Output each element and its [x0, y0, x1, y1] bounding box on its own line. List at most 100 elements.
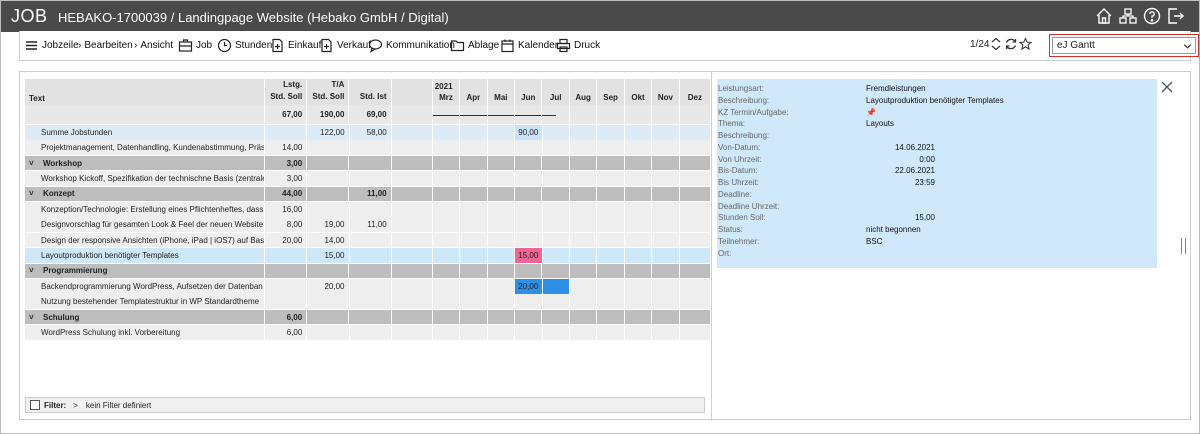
row-ta	[307, 186, 350, 202]
timeline-cell	[624, 217, 653, 233]
table-row[interactable]: WordPress Schulung inkl. Vorbereitung 6,0…	[25, 325, 711, 340]
timeline-cell	[652, 263, 680, 279]
timeline-cell	[515, 186, 543, 202]
row-ist: 11,00	[349, 217, 392, 233]
detail-value: Fremdleistungen	[866, 84, 926, 93]
timeline-cell	[652, 309, 680, 325]
header-line: Lstg.	[283, 80, 303, 89]
timeline-cell	[542, 309, 570, 325]
timeline-cell	[460, 155, 488, 171]
header-line	[384, 79, 386, 91]
up-down-icon[interactable]	[990, 37, 1002, 51]
row-lstg: 6,00	[265, 325, 308, 340]
document-icon	[272, 38, 283, 53]
gantt-bar[interactable]: 90,00	[515, 125, 543, 140]
bearbeiten-button[interactable]: › Bearbeiten	[78, 31, 133, 60]
collapse-toggle[interactable]: ˅	[29, 159, 43, 168]
table-row[interactable]: Design der responsive Ansichten (iPhone,…	[25, 232, 711, 248]
row-gap	[391, 155, 433, 171]
row-ta	[307, 140, 350, 156]
row-label: Summe Jobstunden	[41, 127, 113, 137]
timeline-cell	[432, 155, 461, 171]
collapse-toggle[interactable]: ˅	[29, 266, 43, 275]
home-icon[interactable]	[1095, 7, 1113, 25]
filter-checkbox[interactable]	[30, 400, 40, 410]
close-icon[interactable]	[1160, 80, 1174, 94]
table-row[interactable]: Konzeption/Technologie: Erstellung eines…	[25, 202, 711, 217]
table-row[interactable]: Summe Jobstunden 122,00 58,00 90,00	[25, 125, 711, 140]
detail-row: Deadline:	[717, 189, 1157, 201]
gantt-bar[interactable]	[542, 279, 570, 294]
row-gap	[391, 263, 433, 279]
header-col-1: T/A Std. Soll	[307, 79, 350, 105]
main-panel: Text Lstg. Std. Soll T/A Std. Soll Std. Ist 2…	[19, 71, 1191, 421]
row-text: ˅ Programmierung	[25, 263, 265, 279]
row-lstg	[265, 294, 308, 310]
detail-key: Leistungsart:	[718, 84, 764, 93]
gantt-bar[interactable]: 20,00	[515, 279, 543, 294]
row-ist: 58,00	[349, 125, 392, 140]
job-button[interactable]: Job	[178, 31, 212, 60]
kalender-button[interactable]: Kalender	[500, 31, 558, 60]
chevron-right-icon: ›	[134, 40, 138, 51]
timeline-cell	[597, 125, 625, 140]
help-icon[interactable]	[1143, 7, 1161, 25]
timeline-cell	[597, 217, 625, 233]
header-text: Text	[25, 79, 265, 105]
table-row[interactable]: Nutzung bestehender Templatestruktur in …	[25, 294, 711, 310]
jobzeile-button[interactable]: Jobzeile	[24, 31, 79, 60]
org-chart-icon[interactable]	[1119, 7, 1137, 25]
timeline-cell	[652, 140, 680, 156]
verkauf-button[interactable]: Verkauf	[319, 31, 371, 60]
timeline-cell	[460, 217, 488, 233]
einkauf-button[interactable]: Einkauf	[270, 31, 321, 60]
kalender-label: Kalender	[518, 40, 559, 51]
group-row[interactable]: ˅ Programmierung	[25, 263, 711, 279]
timeline-cell	[652, 202, 680, 217]
timeline-cell	[597, 105, 625, 124]
ansicht-button[interactable]: › Ansicht	[134, 31, 173, 60]
star-icon[interactable]	[1019, 37, 1032, 51]
table-row[interactable]: Layoutproduktion benötigter Templates 15,…	[25, 248, 711, 263]
month-header: Okt	[624, 79, 653, 105]
timeline-cell	[487, 309, 516, 325]
table-row[interactable]: Projektmanagement, Datenhandling, Kunden…	[25, 140, 711, 156]
timeline-cell	[597, 294, 625, 310]
group-row[interactable]: ˅ Konzept 44,00 11,00	[25, 186, 711, 202]
timeline-cell	[460, 263, 488, 279]
year-label: 2021	[434, 82, 453, 91]
einkauf-label: Einkauf	[288, 40, 322, 51]
jobzeile-label: Jobzeile	[42, 40, 79, 51]
table-row[interactable]: Backendprogrammierung WordPress, Aufsetz…	[25, 279, 711, 294]
timeline-cell	[597, 155, 625, 171]
filter-bar[interactable]: Filter: > kein Filter definiert	[25, 397, 705, 413]
timeline-cell	[624, 186, 653, 202]
timeline-cell	[597, 279, 625, 294]
row-ist	[349, 140, 392, 156]
table-header[interactable]: Text Lstg. Std. Soll T/A Std. Soll Std. Ist 2…	[25, 79, 711, 105]
resize-handle[interactable]	[1181, 238, 1186, 254]
kommunikation-button[interactable]: Kommunikation	[368, 31, 455, 60]
toolbar: Jobzeile › Bearbeiten › Ansicht Job Stun…	[19, 31, 1199, 61]
refresh-icon[interactable]	[1004, 37, 1018, 51]
logout-icon[interactable]	[1167, 7, 1185, 25]
group-row[interactable]: ˅ Workshop 3,00	[25, 155, 711, 171]
timeline-cell	[652, 125, 680, 140]
stunden-button[interactable]: Stunden	[217, 31, 272, 60]
totals-row[interactable]: 67,00 190,00 69,00	[25, 105, 711, 124]
ablage-button[interactable]: Ablage	[450, 31, 499, 60]
druck-button[interactable]: Druck	[556, 31, 600, 60]
collapse-toggle[interactable]: ˅	[29, 313, 43, 322]
month-label: Nov	[657, 93, 674, 102]
row-ist	[349, 232, 392, 248]
view-select[interactable]: eJ Gantt	[1049, 34, 1199, 57]
timeline-cell	[487, 202, 516, 217]
timeline-cell	[679, 105, 711, 124]
year-label	[527, 81, 529, 92]
timeline-cell	[487, 105, 516, 124]
collapse-toggle[interactable]: ˅	[29, 189, 43, 198]
gantt-bar[interactable]: 15,00	[515, 248, 543, 263]
table-row[interactable]: Workshop Kickoff, Spezifikation der tech…	[25, 171, 711, 186]
table-row[interactable]: Designvorschlag für gesamten Look & Feel…	[25, 217, 711, 233]
group-row[interactable]: ˅ Schulung 6,00	[25, 309, 711, 325]
